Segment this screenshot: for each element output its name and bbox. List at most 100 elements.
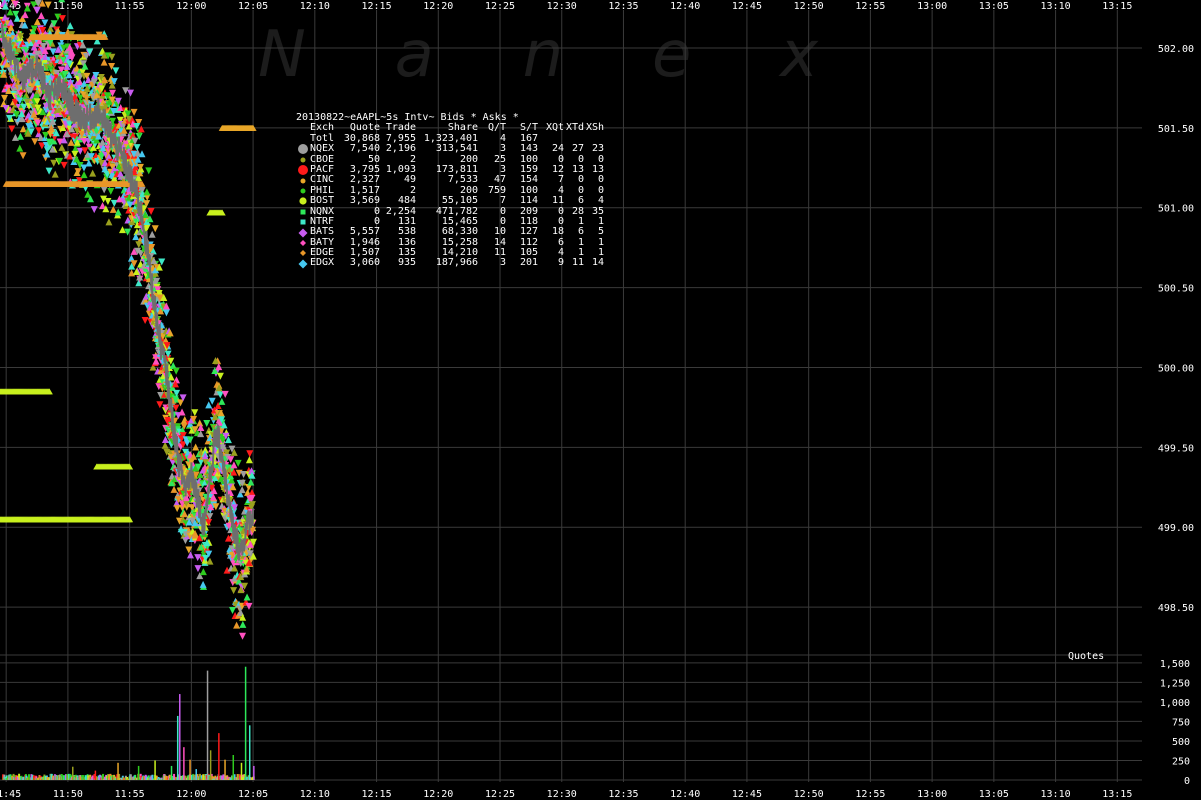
stats-cell-xqt: 9 [557, 257, 564, 269]
exchange-marker-pacf [296, 165, 310, 176]
stats-cell-quote: 3,060 [349, 257, 380, 269]
time-tick-label-bottom: 12:05 [238, 789, 268, 800]
quote-marker-nqnx [243, 593, 251, 601]
quote-marker-nqnx [239, 620, 247, 628]
volume-spike [206, 670, 209, 780]
volume-spike [240, 762, 243, 780]
quote-marker-nqnx [58, 0, 66, 3]
quote-marker-nqex [11, 133, 19, 141]
stats-cell-trade: 935 [397, 257, 416, 269]
quote-marker-cboe [105, 218, 113, 226]
stats-cell-xqt: 11 [551, 195, 564, 207]
stats-cell-qt: 7 [499, 195, 506, 207]
quote-marker-cboe [89, 169, 97, 177]
quote-marker-phil [23, 4, 31, 12]
quote-marker-edge [233, 621, 241, 629]
time-tick-label-top: 13:15 [1102, 1, 1132, 12]
quote-marker-nqnx [17, 132, 25, 140]
time-tick-label-bottom: 12:35 [608, 789, 638, 800]
time-tick-label-top: 12:50 [794, 1, 824, 12]
quote-markers [0, 0, 258, 640]
quotes-volume-label: Quotes [1068, 651, 1105, 662]
quote-marker-cboe [230, 587, 238, 595]
exchange-marker-nqex [296, 144, 310, 155]
stats-cell-qt: 3 [499, 257, 506, 269]
quote-marker-edge [100, 58, 108, 66]
quote-marker-pacf [246, 450, 254, 458]
quote-marker-phil [143, 188, 151, 196]
volume-spike [189, 759, 191, 780]
exchange-marker-edgx [296, 259, 310, 269]
quote-marker-pacf [58, 15, 66, 23]
quote-marker-bost [216, 372, 224, 380]
quote-marker-bats [33, 6, 41, 14]
stats-cell-xtd: 6 [577, 195, 584, 207]
quote-marker-ntrf [133, 144, 141, 152]
quote-marker-edge [109, 205, 117, 213]
quote-marker-nqex [148, 230, 156, 238]
time-tick-label-bottom: 13:00 [917, 789, 947, 800]
stats-cell-xtd: 11 [571, 257, 584, 269]
time-tick-label-top: 12:45 [732, 1, 762, 12]
stats-header-xqt: XQt [545, 122, 564, 134]
stats-cell-share: 55,105 [441, 195, 478, 207]
quote-marker-edgx [199, 580, 207, 588]
quote-marker-cinc [19, 125, 27, 133]
volume-spike [179, 694, 181, 780]
time-tick-label-bottom: 12:30 [547, 789, 577, 800]
stats-row-edgx: EDGX 3,060 935 187,966 3 201 9 11 14 [296, 258, 604, 268]
nanex-chart-window: N a n e x 11:4511:4511:5011:5011:5511:55… [0, 0, 1201, 800]
quote-marker-nqnx [218, 397, 226, 405]
quote-marker-pacf [141, 316, 149, 324]
quote-marker-nqnx [203, 419, 211, 427]
quote-marker-ntrf [112, 67, 120, 75]
quote-marker-nqex [238, 486, 246, 494]
quote-marker-cinc [1, 94, 9, 102]
quote-marker-edge [19, 152, 27, 160]
volume-spike [195, 769, 197, 780]
stats-cell-quote: 3,569 [349, 195, 380, 207]
quote-marker-bats [90, 206, 98, 214]
time-tick-label-top: 13:10 [1041, 1, 1071, 12]
quote-marker-baty [245, 602, 253, 610]
quote-marker-phil [199, 568, 207, 576]
quote-marker-baty [37, 11, 45, 19]
quote-marker-cboe [51, 170, 59, 178]
time-tick-label-top: 12:35 [608, 1, 638, 12]
time-tick-label-top: 12:00 [176, 1, 206, 12]
price-tick-label: 501.00 [1158, 204, 1194, 215]
quote-marker-baty [21, 11, 29, 19]
quote-marker-edge [31, 138, 39, 146]
quote-marker-edgx [162, 309, 170, 317]
exchange-marker-baty [296, 238, 310, 248]
quote-marker-cboe [135, 241, 143, 249]
time-tick-label-bottom: 12:45 [732, 789, 762, 800]
volume-tick-label: 1,000 [1160, 698, 1190, 709]
stats-table: Exch Quote Trade Share Q/T S/T XQt XTd XSh Totl 30… [296, 122, 604, 268]
quote-marker-pacf [137, 125, 145, 133]
quote-marker-nqex [100, 186, 108, 194]
volume-spike [224, 759, 226, 780]
volume-tick-label: 1,250 [1160, 678, 1190, 689]
time-tick-label-bottom: 12:25 [485, 789, 515, 800]
stats-cell-st: 114 [519, 195, 538, 207]
time-tick-label-bottom: 12:10 [300, 789, 330, 800]
quote-marker-bost [191, 409, 199, 417]
quote-marker-pacf [147, 207, 155, 215]
price-tick-label: 500.50 [1158, 284, 1194, 295]
time-tick-label-bottom: 12:55 [855, 789, 885, 800]
volume-spike [154, 760, 156, 780]
time-tick-label-top: 12:55 [855, 1, 885, 12]
stats-row-bost: BOST 3,569 484 55,105 7 114 11 6 4 [296, 195, 604, 207]
stats-cell-xsh: 14 [591, 257, 604, 269]
time-tick-label-bottom: 12:20 [423, 789, 453, 800]
quote-marker-pacf [35, 127, 43, 135]
volume-spike [94, 770, 97, 780]
exchange-marker-cinc [296, 176, 310, 186]
volume-tick-label: 750 [1172, 717, 1190, 728]
quote-marker-phil [107, 187, 115, 195]
quote-marker-bats [187, 551, 195, 559]
time-tick-label-bottom: 13:05 [979, 789, 1009, 800]
quote-marker-ntrf [45, 167, 53, 175]
quote-marker-pacf [8, 125, 16, 133]
